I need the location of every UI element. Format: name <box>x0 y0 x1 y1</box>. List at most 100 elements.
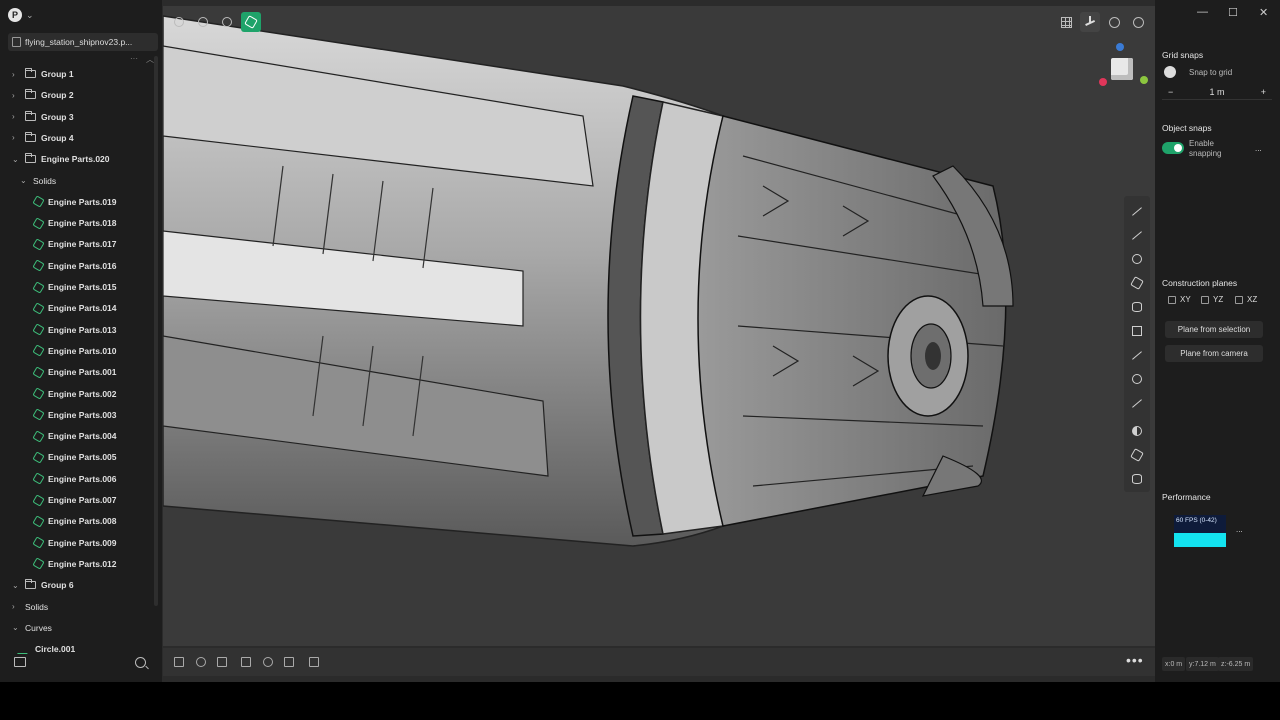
app-logo[interactable]: P <box>8 8 22 22</box>
mirror-tool[interactable] <box>282 655 296 669</box>
folder-open-icon[interactable] <box>14 657 26 667</box>
app-menu[interactable]: P ⌄ <box>8 8 34 22</box>
tree-item[interactable]: › Group 4 <box>12 128 74 148</box>
trim-tool[interactable] <box>1130 396 1144 410</box>
circle-tool[interactable] <box>1130 252 1144 266</box>
view-mode-edge[interactable] <box>193 12 213 32</box>
environment-settings[interactable] <box>1128 12 1148 32</box>
tree-item[interactable]: Engine Parts.002 <box>32 384 117 404</box>
rectangle-tool[interactable] <box>1130 324 1144 338</box>
render-settings[interactable] <box>1104 12 1124 32</box>
tree-item[interactable]: Engine Parts.009 <box>32 533 117 553</box>
boolean-tool[interactable] <box>1130 424 1144 438</box>
extrude-tool[interactable] <box>1130 472 1144 486</box>
view-mode-vertex[interactable] <box>169 12 189 32</box>
snap-to-grid-toggle[interactable] <box>1164 66 1176 78</box>
tree-item[interactable]: Engine Parts.013 <box>32 320 117 340</box>
chevron-down-icon[interactable]: ⌄ <box>12 155 20 164</box>
file-tab[interactable]: flying_station_shipnov23.p... <box>8 33 158 51</box>
view-gizmo[interactable] <box>1099 43 1148 91</box>
zoom-icon[interactable] <box>135 657 146 668</box>
tree-item[interactable]: ⌄ Solids <box>20 171 56 191</box>
tree-item[interactable]: › Group 1 <box>12 64 74 84</box>
chevron-down-icon[interactable]: ⌄ <box>12 623 20 632</box>
performance-more-button[interactable]: ... <box>1236 525 1243 534</box>
tree-item[interactable]: ⌄ Curves <box>12 618 52 638</box>
solid-tool[interactable] <box>1130 448 1144 462</box>
chevron-right-icon[interactable]: › <box>12 112 20 121</box>
chevron-down-icon[interactable]: ⌄ <box>26 10 34 21</box>
polyline-tool[interactable] <box>1130 228 1144 242</box>
enable-snapping-toggle[interactable] <box>1162 142 1184 154</box>
grid-size-stepper[interactable]: − 1 m + <box>1162 84 1272 100</box>
tree-item[interactable]: Engine Parts.012 <box>32 554 117 574</box>
duplicate-tool[interactable] <box>307 655 321 669</box>
plane-from-camera-button[interactable]: Plane from camera <box>1165 345 1263 362</box>
cylinder-tool[interactable] <box>1130 300 1144 314</box>
pivot-tool[interactable] <box>261 655 275 669</box>
chevron-right-icon[interactable]: › <box>12 133 20 142</box>
close-button[interactable]: ✕ <box>1259 6 1268 19</box>
tree-item[interactable]: Engine Parts.001 <box>32 362 117 382</box>
view-mode-face[interactable] <box>217 12 237 32</box>
cut-tool[interactable] <box>1130 372 1144 386</box>
chevron-right-icon[interactable]: › <box>12 91 20 100</box>
tree-item[interactable]: Engine Parts.004 <box>32 426 117 446</box>
y-axis-dot[interactable] <box>1140 76 1148 84</box>
tree-item[interactable]: › Solids <box>12 597 48 617</box>
polygon-tool[interactable] <box>1130 276 1144 290</box>
tree-item[interactable]: Engine Parts.010 <box>32 341 117 361</box>
move-tool[interactable] <box>172 655 186 669</box>
chevron-down-icon[interactable]: ⌄ <box>20 176 28 185</box>
chevron-right-icon[interactable]: › <box>12 70 20 79</box>
x-axis-dot[interactable] <box>1099 78 1107 86</box>
folder-icon <box>25 153 36 164</box>
tree-item[interactable]: Engine Parts.019 <box>32 192 117 212</box>
copy-tool[interactable] <box>239 655 253 669</box>
minimize-button[interactable]: — <box>1197 6 1208 18</box>
chevron-down-icon[interactable]: ⌄ <box>12 581 20 590</box>
tree-item[interactable]: Engine Parts.016 <box>32 256 117 276</box>
increment-button[interactable]: + <box>1261 87 1266 97</box>
plane-yz[interactable]: YZ <box>1201 295 1223 304</box>
tree-item[interactable]: Engine Parts.014 <box>32 298 117 318</box>
plane-xy[interactable]: XY <box>1168 295 1191 304</box>
tree-item[interactable]: Engine Parts.015 <box>32 277 117 297</box>
tree-item[interactable]: ⌄ Engine Parts.020 <box>12 149 110 169</box>
axis-toggle[interactable] <box>1080 12 1100 32</box>
snapping-more-button[interactable]: ... <box>1255 144 1262 153</box>
tree-item[interactable]: Engine Parts.005 <box>32 447 117 467</box>
line-tool[interactable] <box>1130 204 1144 218</box>
plane-from-selection-button[interactable]: Plane from selection <box>1165 321 1263 338</box>
z-axis-dot[interactable] <box>1116 43 1124 51</box>
more-icon[interactable]: ··· <box>130 54 138 65</box>
curve-tool[interactable] <box>1130 348 1144 362</box>
decrement-button[interactable]: − <box>1168 87 1173 97</box>
3d-viewport[interactable] <box>163 6 1155 646</box>
plane-xz[interactable]: XZ <box>1235 295 1257 304</box>
tree-item-label: Engine Parts.002 <box>48 388 117 399</box>
tree-item[interactable]: Engine Parts.018 <box>32 213 117 233</box>
sidebar-scrollbar[interactable] <box>154 56 158 606</box>
tree-item-label: Engine Parts.018 <box>48 218 117 229</box>
maximize-button[interactable]: ☐ <box>1228 6 1238 19</box>
tree-item[interactable]: ⌄ Group 6 <box>12 575 74 595</box>
chevron-right-icon[interactable]: › <box>12 602 20 611</box>
tree-item[interactable]: › Group 3 <box>12 107 74 127</box>
view-cube[interactable] <box>1111 58 1133 80</box>
tree-item[interactable]: Engine Parts.006 <box>32 469 117 489</box>
scale-tool[interactable] <box>215 655 229 669</box>
move-icon <box>174 657 184 667</box>
tree-item[interactable]: Engine Parts.017 <box>32 234 117 254</box>
grid-size-value[interactable]: 1 m <box>1209 87 1224 97</box>
grid-toggle[interactable] <box>1056 12 1076 32</box>
view-mode-solid[interactable] <box>241 12 261 32</box>
folder-icon <box>25 68 36 78</box>
tree-item[interactable]: Engine Parts.008 <box>32 511 117 531</box>
chevron-up-icon[interactable]: ︿ <box>146 54 154 65</box>
tree-item[interactable]: Engine Parts.007 <box>32 490 117 510</box>
rotate-tool[interactable] <box>194 655 208 669</box>
tree-item[interactable]: Engine Parts.003 <box>32 405 117 425</box>
tree-item[interactable]: › Group 2 <box>12 85 74 105</box>
more-options-icon[interactable]: ••• <box>1126 652 1144 668</box>
